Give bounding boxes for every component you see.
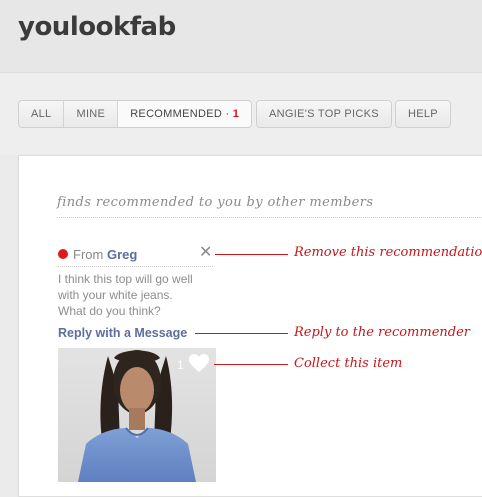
- tab-top-picks[interactable]: ANGIE'S TOP PICKS: [257, 101, 391, 127]
- tab-recommended-separator: ·: [222, 108, 233, 120]
- tab-recommended[interactable]: RECOMMENDED · 1: [118, 101, 252, 127]
- subtitle-divider: [57, 217, 482, 218]
- main-tab-group: ALL MINE RECOMMENDED · 1: [18, 100, 253, 128]
- collect-heart-icon[interactable]: [188, 353, 210, 373]
- message-line: I think this top will go well: [58, 272, 193, 286]
- recommendation-from: From Greg: [73, 247, 137, 262]
- tab-all[interactable]: ALL: [19, 101, 65, 127]
- from-divider: [57, 266, 213, 267]
- message-line: with your white jeans.: [58, 288, 173, 302]
- from-label: From: [73, 247, 104, 262]
- top-picks-tab-group: ANGIE'S TOP PICKS: [256, 100, 392, 128]
- help-tab-group: HELP: [395, 100, 451, 128]
- page-subtitle: finds recommended to you by other member…: [57, 195, 374, 210]
- unread-dot-icon: [58, 249, 68, 259]
- remove-leader-line: [215, 254, 288, 255]
- header-bar: youlookfab: [0, 0, 482, 73]
- remove-recommendation-close-icon[interactable]: ✕: [199, 244, 212, 262]
- collect-leader-line: [214, 364, 288, 365]
- recommended-count-badge: 1: [232, 108, 240, 120]
- reply-annotation: Reply to the recommender: [294, 325, 471, 340]
- tab-mine[interactable]: MINE: [64, 101, 119, 127]
- tab-help[interactable]: HELP: [396, 101, 450, 127]
- message-line: What do you think?: [58, 304, 161, 318]
- recommendation-message: I think this top will go well with your …: [58, 271, 218, 319]
- reply-with-message-link[interactable]: Reply with a Message: [58, 326, 187, 340]
- site-logo[interactable]: youlookfab: [18, 12, 176, 42]
- tab-recommended-label: RECOMMENDED: [130, 108, 223, 120]
- collect-annotation: Collect this item: [294, 356, 403, 371]
- remove-annotation: Remove this recommendation: [294, 245, 482, 260]
- reply-leader-line: [195, 333, 288, 334]
- recommender-name[interactable]: Greg: [107, 247, 137, 262]
- collect-count: 1: [177, 358, 184, 372]
